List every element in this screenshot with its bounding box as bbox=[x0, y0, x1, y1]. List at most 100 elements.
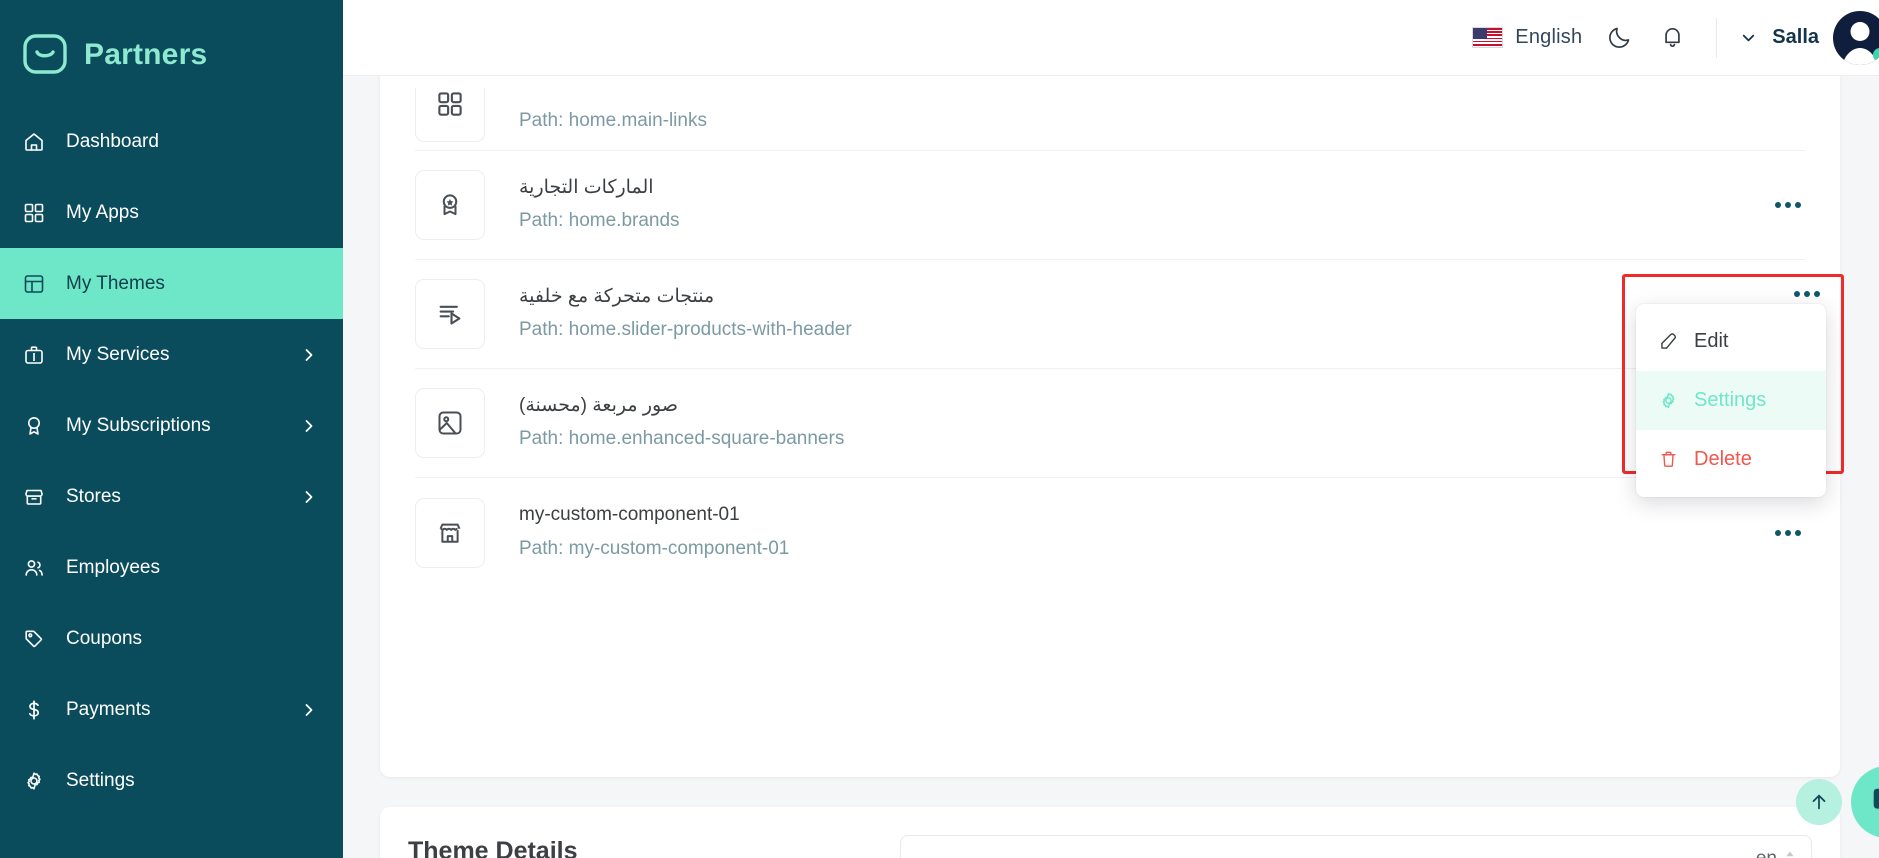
indent-icon[interactable] bbox=[1526, 850, 1560, 858]
gear-icon bbox=[1658, 390, 1680, 411]
component-path: Path: my-custom-component-01 bbox=[519, 537, 790, 559]
component-path: Path: home.slider-products-with-header bbox=[519, 319, 852, 341]
table-row[interactable]: Path: home.main-links bbox=[415, 76, 1805, 151]
row-text: my-custom-component-01 Path: my-custom-c… bbox=[519, 501, 789, 564]
code-block-icon[interactable]: </> bbox=[1346, 850, 1380, 858]
component-title: الماركات التجارية bbox=[519, 176, 654, 198]
editor-language-badge[interactable]: en bbox=[1756, 848, 1797, 858]
scroll-to-top-button[interactable] bbox=[1796, 779, 1842, 825]
sidebar-nav: Dashboard My Apps My Themes My Services … bbox=[0, 106, 343, 816]
rich-text-editor[interactable]: Normal B I U S A bbox=[900, 835, 1812, 858]
menu-item-delete[interactable]: Delete bbox=[1636, 430, 1826, 489]
align-icon[interactable] bbox=[1638, 850, 1672, 858]
image-icon bbox=[415, 388, 485, 458]
chat-support-button[interactable] bbox=[1851, 766, 1879, 838]
sidebar-item-label: Settings bbox=[66, 769, 135, 791]
sidebar-item-label: My Subscriptions bbox=[66, 414, 211, 436]
sidebar-item-settings[interactable]: Settings bbox=[0, 745, 343, 816]
sidebar-item-label: Payments bbox=[66, 698, 151, 720]
menu-item-edit[interactable]: Edit bbox=[1636, 312, 1826, 371]
us-flag-icon bbox=[1472, 27, 1504, 48]
sidebar-item-payments[interactable]: Payments bbox=[0, 674, 343, 745]
page-title: Theme Details bbox=[408, 837, 578, 858]
component-path: Path: home.brands bbox=[519, 210, 680, 232]
strikethrough-icon[interactable]: S bbox=[1146, 850, 1180, 858]
table-row[interactable]: منتجات متحركة مع خلفية Path: home.slider… bbox=[415, 260, 1805, 369]
text-direction-icon[interactable] bbox=[1598, 850, 1632, 858]
user-name: Salla bbox=[1772, 26, 1819, 48]
menu-item-label: Delete bbox=[1694, 448, 1752, 470]
top-header: English Salla bbox=[343, 0, 1879, 76]
sidebar-item-my-apps[interactable]: My Apps bbox=[0, 177, 343, 248]
row-text: منتجات متحركة مع خلفية Path: home.slider… bbox=[519, 283, 852, 346]
row-context-menu: Edit Settings Delete bbox=[1636, 304, 1826, 497]
ellipsis-horizontal-icon[interactable] bbox=[1771, 520, 1805, 546]
brand-name: Partners bbox=[84, 38, 208, 71]
moon-icon[interactable] bbox=[1606, 24, 1633, 51]
theme-details-card: Theme Details Provide detailed informati… bbox=[380, 807, 1840, 858]
row-text: الماركات التجارية Path: home.brands bbox=[519, 174, 680, 237]
user-menu[interactable]: Salla bbox=[1739, 10, 1879, 65]
sidebar-item-label: Stores bbox=[66, 485, 121, 507]
theme-components-card: Path: home.main-links الماركات التجارية bbox=[380, 76, 1840, 777]
sidebar-item-employees[interactable]: Employees bbox=[0, 532, 343, 603]
component-title: my-custom-component-01 bbox=[519, 504, 740, 526]
bullet-list-icon[interactable] bbox=[1446, 850, 1480, 858]
menu-item-settings[interactable]: Settings bbox=[1636, 371, 1826, 430]
bell-icon[interactable] bbox=[1659, 24, 1686, 51]
table-row[interactable]: صور مربعة (محسنة) Path: home.enhanced-sq… bbox=[415, 369, 1805, 478]
underline-icon[interactable]: U bbox=[1106, 850, 1140, 858]
sidebar-item-label: My Services bbox=[66, 343, 170, 365]
blockquote-icon[interactable]: ” bbox=[1306, 850, 1340, 858]
format-select[interactable]: Normal bbox=[919, 850, 1008, 858]
tag-icon bbox=[22, 627, 58, 651]
component-title: صور مربعة (محسنة) bbox=[519, 394, 678, 416]
grid-icon bbox=[22, 201, 58, 225]
sidebar-item-label: Employees bbox=[66, 556, 160, 578]
sidebar: Partners Dashboard My Apps My Themes My … bbox=[0, 0, 343, 858]
row-text: صور مربعة (محسنة) Path: home.enhanced-sq… bbox=[519, 392, 844, 455]
briefcase-icon bbox=[22, 343, 58, 367]
sidebar-item-my-services[interactable]: My Services bbox=[0, 319, 343, 390]
sidebar-item-coupons[interactable]: Coupons bbox=[0, 603, 343, 674]
language-switcher[interactable]: English bbox=[1472, 26, 1582, 49]
sidebar-item-label: My Apps bbox=[66, 201, 139, 223]
brand[interactable]: Partners bbox=[0, 0, 343, 84]
gear-icon bbox=[22, 769, 58, 793]
row-text: Path: home.main-links bbox=[519, 102, 707, 136]
layout-icon bbox=[22, 272, 58, 296]
outdent-icon[interactable] bbox=[1486, 850, 1520, 858]
storefront-icon bbox=[415, 497, 485, 568]
bold-icon[interactable]: B bbox=[1026, 850, 1060, 858]
language-label: English bbox=[1515, 26, 1583, 48]
chevron-right-icon bbox=[301, 489, 317, 505]
component-path: Path: home.enhanced-square-banners bbox=[519, 428, 845, 450]
sidebar-item-label: Coupons bbox=[66, 627, 143, 649]
chevron-right-icon bbox=[301, 418, 317, 434]
italic-icon[interactable]: I bbox=[1066, 850, 1100, 858]
dollar-icon bbox=[22, 698, 58, 722]
pencil-square-icon bbox=[1658, 331, 1680, 352]
highlight-color-icon[interactable]: A bbox=[1246, 850, 1280, 858]
storefront-icon bbox=[22, 485, 58, 509]
table-row[interactable]: الماركات التجارية Path: home.brands bbox=[415, 151, 1805, 260]
ordered-list-icon[interactable]: 1 2 3 bbox=[1406, 850, 1440, 858]
ellipsis-horizontal-icon[interactable] bbox=[1790, 285, 1824, 303]
editor-language-value: en bbox=[1756, 848, 1777, 858]
text-color-icon[interactable]: A bbox=[1206, 850, 1240, 858]
ellipsis-horizontal-icon[interactable] bbox=[1771, 192, 1805, 218]
menu-item-label: Edit bbox=[1694, 330, 1729, 352]
sidebar-item-label: Dashboard bbox=[66, 130, 159, 152]
chevron-down-icon bbox=[1739, 28, 1758, 47]
home-icon bbox=[22, 130, 58, 154]
slider-play-icon bbox=[415, 279, 485, 349]
salla-smile-logo-icon bbox=[22, 32, 68, 78]
stepper-updown-icon bbox=[1783, 850, 1797, 858]
sidebar-item-dashboard[interactable]: Dashboard bbox=[0, 106, 343, 177]
sidebar-item-my-subscriptions[interactable]: My Subscriptions bbox=[0, 390, 343, 461]
table-row[interactable]: my-custom-component-01 Path: my-custom-c… bbox=[415, 478, 1805, 587]
sidebar-item-stores[interactable]: Stores bbox=[0, 461, 343, 532]
sidebar-item-my-themes[interactable]: My Themes bbox=[0, 248, 343, 319]
trash-icon bbox=[1658, 449, 1680, 470]
menu-item-label: Settings bbox=[1694, 389, 1767, 411]
